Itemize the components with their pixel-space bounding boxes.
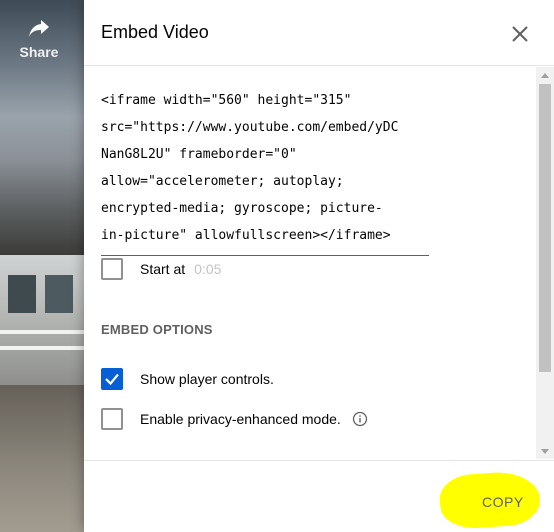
info-icon[interactable] xyxy=(352,411,368,427)
embed-code-line: encrypted-media; gyroscope; picture- xyxy=(101,201,383,216)
embed-code-line: allow="accelerometer; autoplay; xyxy=(101,174,344,189)
close-button[interactable] xyxy=(508,22,532,46)
share-label: Share xyxy=(19,44,59,60)
checkmark-icon xyxy=(105,373,119,386)
player-controls-row: Show player controls. xyxy=(101,368,274,390)
embed-code-textarea[interactable]: <iframe width="560" height="315" src="ht… xyxy=(101,87,429,256)
privacy-mode-row: Enable privacy-enhanced mode. xyxy=(101,408,368,430)
scroll-up-arrow-icon[interactable] xyxy=(541,73,549,78)
player-controls-label: Show player controls. xyxy=(140,371,274,387)
share-button[interactable]: Share xyxy=(14,18,64,60)
background-window xyxy=(45,275,73,313)
close-icon xyxy=(512,26,528,42)
dialog-footer: COPY xyxy=(84,460,554,532)
background-railing xyxy=(0,330,84,334)
dialog-header: Embed Video xyxy=(84,0,554,66)
start-at-row: Start at 0:05 xyxy=(101,258,221,280)
embed-code-line: src="https://www.youtube.com/embed/yDC xyxy=(101,120,399,135)
embed-code-line: in-picture" allowfullscreen></iframe> xyxy=(101,228,391,243)
scroll-down-arrow-icon[interactable] xyxy=(541,449,549,454)
player-controls-checkbox[interactable] xyxy=(101,368,123,390)
embed-options-title: EMBED OPTIONS xyxy=(101,322,213,337)
dialog-title: Embed Video xyxy=(101,22,209,42)
privacy-mode-checkbox[interactable] xyxy=(101,408,123,430)
background-railing xyxy=(0,346,84,350)
start-at-checkbox[interactable] xyxy=(101,258,123,280)
dialog-scrollbar[interactable] xyxy=(536,67,554,459)
embed-code-line: <iframe width="560" height="315" xyxy=(101,93,352,108)
privacy-mode-label: Enable privacy-enhanced mode. xyxy=(140,411,341,427)
embed-dialog: Embed Video <iframe width="560" height="… xyxy=(84,0,554,532)
scrollbar-thumb[interactable] xyxy=(539,84,551,372)
start-at-label: Start at xyxy=(140,261,186,277)
start-time-input[interactable]: 0:05 xyxy=(194,261,221,277)
dialog-content: <iframe width="560" height="315" src="ht… xyxy=(84,67,536,459)
copy-button[interactable]: COPY xyxy=(482,494,524,510)
share-arrow-icon xyxy=(29,20,49,37)
background-window xyxy=(8,275,36,313)
embed-code-line: NanG8L2U" frameborder="0" xyxy=(101,147,297,162)
